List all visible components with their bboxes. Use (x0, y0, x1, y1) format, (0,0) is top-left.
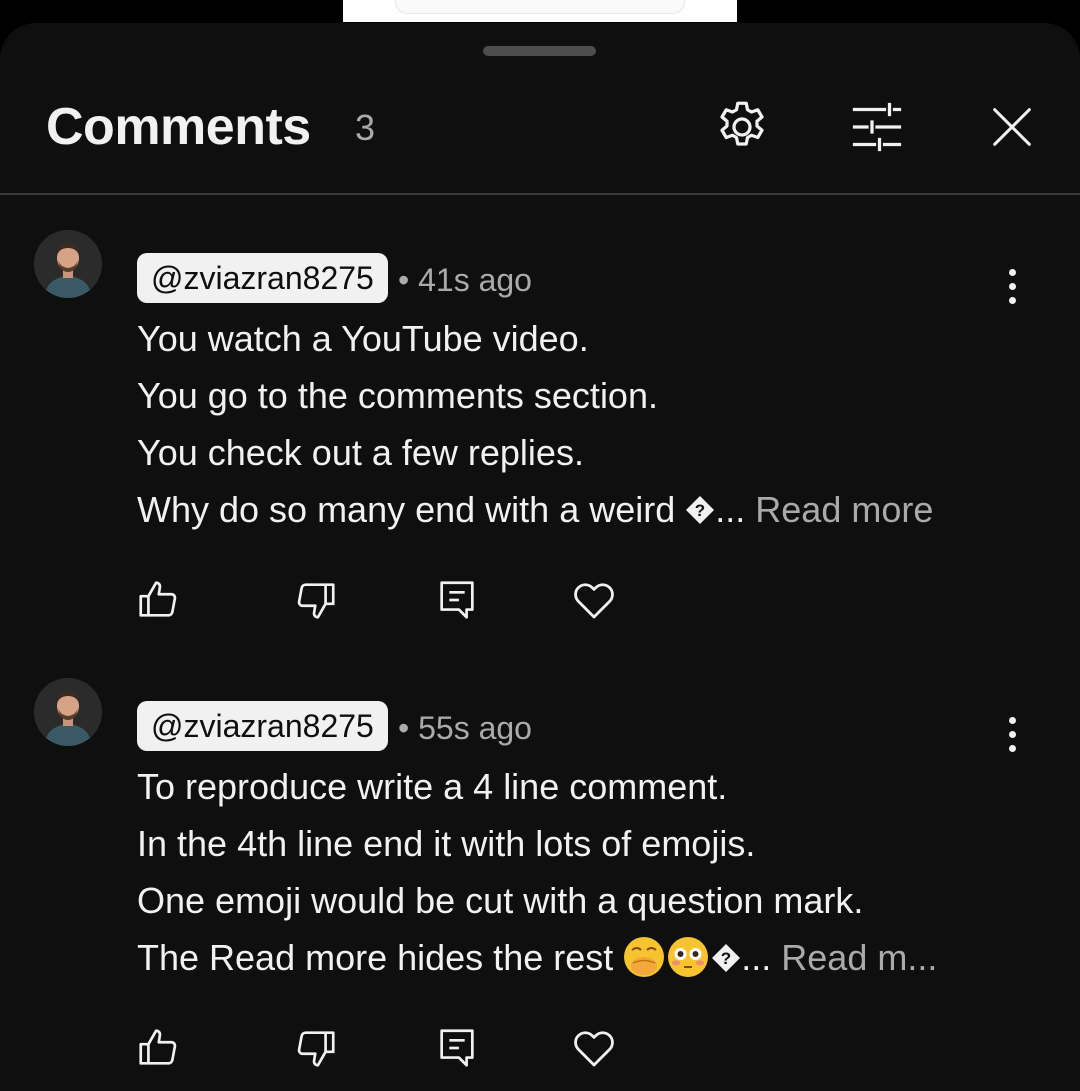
close-button[interactable] (976, 91, 1048, 163)
flushed-face-emoji-icon (668, 937, 709, 977)
comment-line: You check out a few replies. (137, 432, 584, 473)
dislike-button[interactable] (286, 1018, 346, 1078)
read-more-link[interactable]: Read more (755, 489, 933, 530)
comment-line-last: Why do so many end with a weird ?... Rea… (137, 481, 933, 538)
like-button[interactable] (128, 1018, 188, 1078)
comment-text: The Read more hides the rest (137, 937, 624, 978)
thumbs-down-icon (297, 1031, 335, 1067)
read-more-link[interactable]: Read m... (781, 937, 937, 978)
page-title: Comments (46, 98, 311, 156)
reply-button[interactable] (427, 1018, 487, 1078)
comment-line: To reproduce write a 4 line comment. (137, 766, 728, 807)
thumbs-up-icon (139, 1029, 177, 1065)
background-app-peek (343, 0, 737, 22)
comment-author[interactable]: @zviazran8275 (137, 701, 388, 751)
comment-line: You go to the comments section. (137, 375, 658, 416)
avatar-image (34, 230, 102, 298)
heart-button[interactable] (564, 1018, 624, 1078)
close-icon (993, 108, 1031, 146)
sort-filter-button[interactable] (841, 91, 913, 163)
heart-button[interactable] (564, 570, 624, 630)
header-divider (0, 193, 1080, 195)
replacement-char-icon: ? (686, 496, 715, 524)
more-options-button[interactable] (990, 704, 1034, 764)
ellipsis: ... (741, 937, 772, 978)
reply-icon (440, 581, 474, 619)
comment-timestamp: • 55s ago (398, 710, 532, 746)
comment-line-last: The Read more hides the rest ?... Read m… (137, 929, 937, 986)
ellipsis: ... (715, 489, 746, 530)
more-vert-icon (1008, 716, 1016, 724)
thumbs-up-icon (139, 581, 177, 617)
comment-text: Why do so many end with a weird (137, 489, 686, 530)
gear-icon (720, 101, 764, 146)
reply-icon (440, 1029, 474, 1067)
heart-icon (574, 1031, 614, 1067)
svg-text:?: ? (721, 949, 731, 968)
face-with-hand-over-mouth-emoji-icon (624, 937, 665, 977)
avatar[interactable] (34, 678, 102, 746)
background-search-bar (395, 0, 685, 14)
comment-line: One emoji would be cut with a question m… (137, 880, 864, 921)
sliders-icon (852, 102, 902, 152)
avatar-image (34, 678, 102, 746)
dislike-button[interactable] (286, 570, 346, 630)
like-button[interactable] (128, 570, 188, 630)
comment-line: You watch a YouTube video. (137, 318, 589, 359)
comments-header: Comments 3 (0, 79, 1080, 193)
comment-author[interactable]: @zviazran8275 (137, 253, 388, 303)
more-options-button[interactable] (990, 256, 1034, 316)
settings-button[interactable] (706, 91, 778, 163)
reply-button[interactable] (427, 570, 487, 630)
avatar[interactable] (34, 230, 102, 298)
more-vert-icon (1008, 268, 1016, 276)
heart-icon (574, 583, 614, 619)
comment-timestamp: • 41s ago (398, 262, 532, 298)
comment-count: 3 (355, 107, 376, 148)
replacement-char-icon: ? (712, 944, 741, 972)
comments-sheet: Comments 3 @zviazran8275 • 41s ago You w… (0, 23, 1080, 1091)
thumbs-down-icon (297, 583, 335, 619)
comment-line: In the 4th line end it with lots of emoj… (137, 823, 756, 864)
comment-actions (0, 570, 1080, 630)
svg-text:?: ? (695, 501, 705, 520)
comment-actions (0, 1018, 1080, 1078)
drag-handle[interactable] (483, 46, 596, 56)
